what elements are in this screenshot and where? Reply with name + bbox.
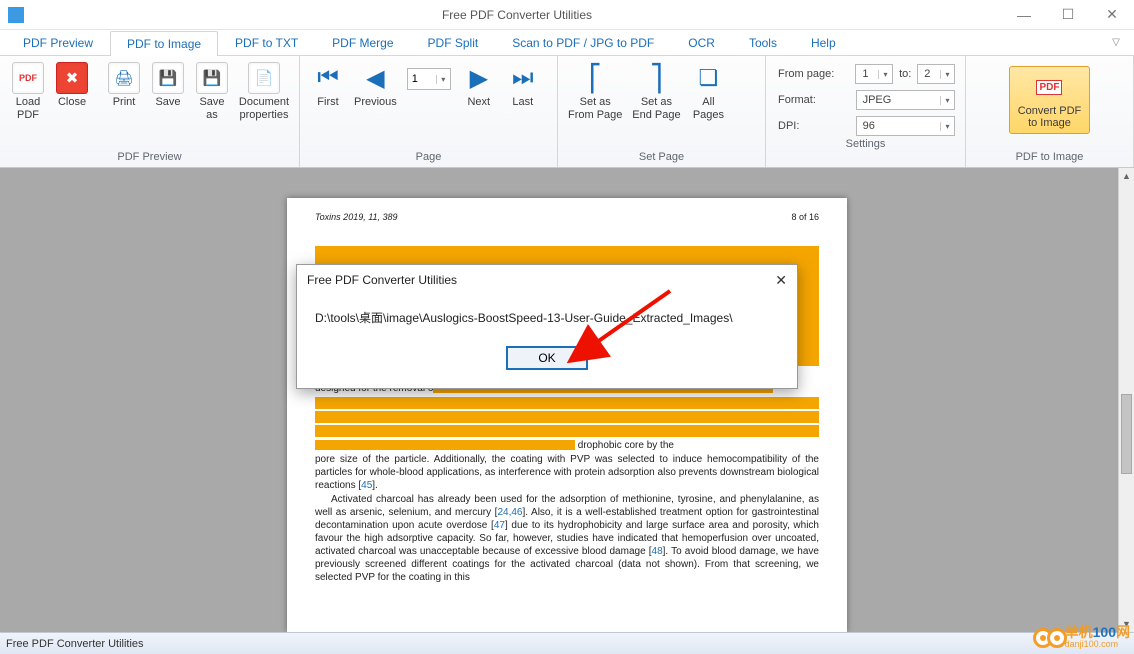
group-convert: PDF Convert PDF to Image PDF to Image (966, 56, 1134, 167)
highlight-block (315, 397, 819, 409)
group-set-page: ⎡ Set as From Page ⎤ Set as End Page ❏ A… (558, 56, 766, 167)
window-titlebar: Free PDF Converter Utilities — ☐ ✕ (0, 0, 1134, 30)
tab-tools[interactable]: Tools (732, 30, 794, 55)
load-pdf-label: Load PDF (16, 96, 40, 122)
ribbon-tabs: PDF Preview PDF to Image PDF to TXT PDF … (0, 30, 1134, 56)
previous-page-button[interactable]: ◀ Previous (350, 60, 401, 111)
tab-pdf-split[interactable]: PDF Split (411, 30, 496, 55)
tab-ocr[interactable]: OCR (671, 30, 732, 55)
maximize-button[interactable]: ☐ (1046, 0, 1090, 30)
dialog-title: Free PDF Converter Utilities (307, 273, 457, 287)
tab-pdf-merge[interactable]: PDF Merge (315, 30, 410, 55)
window-title: Free PDF Converter Utilities (32, 8, 1002, 22)
next-page-button[interactable]: ▶ Next (457, 60, 501, 111)
tab-help[interactable]: Help (794, 30, 853, 55)
dpi-select[interactable]: 96▾ (856, 116, 955, 136)
highlight-block (315, 425, 819, 437)
document-viewport[interactable]: Toxins 2019, 11, 389 8 of 16 patients wi… (0, 168, 1134, 632)
ok-button[interactable]: OK (506, 346, 587, 370)
status-text: Free PDF Converter Utilities (6, 638, 144, 650)
prev-icon: ◀ (359, 62, 391, 94)
watermark-url: danji100.com (1065, 638, 1130, 650)
last-page-button[interactable]: ⏭ Last (501, 60, 545, 111)
save-as-icon: 💾 (196, 62, 228, 94)
dropdown-icon[interactable]: ▾ (878, 70, 892, 79)
dropdown-icon[interactable]: ▾ (940, 122, 954, 131)
format-select[interactable]: JPEG▾ (856, 90, 955, 110)
page-number-input[interactable]: ▾ (407, 68, 451, 90)
app-icon (8, 7, 24, 23)
group-label: PDF Preview (0, 149, 299, 167)
properties-icon: 📄 (248, 62, 280, 94)
save-icon: 💾 (152, 62, 184, 94)
group-page: ⏮ First ◀ Previous ▾ ▶ Next ⏭ Last Page (300, 56, 558, 167)
printer-icon: 🖨 (108, 62, 140, 94)
page-header-right: 8 of 16 (791, 212, 819, 222)
convert-icon: PDF (1036, 80, 1062, 95)
save-button[interactable]: 💾 Save (146, 60, 190, 111)
minimize-button[interactable]: — (1002, 0, 1046, 30)
vertical-scrollbar[interactable]: ▲ ▼ (1118, 168, 1134, 632)
text-paragraph: pore size of the particle. Additionally,… (315, 453, 819, 492)
text-paragraph: Activated charcoal has already been used… (315, 493, 819, 584)
first-icon: ⏮ (312, 62, 344, 94)
close-pdf-button[interactable]: ✖ Close (50, 60, 94, 111)
tab-pdf-to-image[interactable]: PDF to Image (110, 31, 218, 56)
doc-properties-button[interactable]: 📄 Document properties (234, 60, 294, 124)
to-page-select[interactable]: 2▾ (917, 64, 955, 84)
dropdown-icon[interactable]: ▾ (436, 75, 450, 84)
convert-pdf-to-image-button[interactable]: PDF Convert PDF to Image (1009, 66, 1091, 134)
from-page-label: From page: (778, 68, 849, 80)
highlight-block (315, 411, 819, 423)
close-window-button[interactable]: ✕ (1090, 0, 1134, 30)
page-number-field[interactable] (408, 73, 436, 85)
load-pdf-button[interactable]: PDF Load PDF (6, 60, 50, 124)
dropdown-icon[interactable]: ▾ (940, 96, 954, 105)
text-line: drophobic core by the (315, 439, 819, 452)
print-button[interactable]: 🖨 Print (102, 60, 146, 111)
set-from-page-button[interactable]: ⎡ Set as From Page (564, 60, 626, 124)
bracket-left-icon: ⎡ (589, 63, 602, 94)
dialog-titlebar[interactable]: Free PDF Converter Utilities ✕ (297, 265, 797, 295)
dropdown-icon[interactable]: ▾ (940, 70, 954, 79)
tab-scan-to-pdf[interactable]: Scan to PDF / JPG to PDF (495, 30, 671, 55)
page-header-left: Toxins 2019, 11, 389 (315, 212, 398, 222)
pages-icon: ❏ (699, 65, 719, 91)
ribbon: PDF Load PDF ✖ Close 🖨 Print 💾 Save 💾 Sa… (0, 56, 1134, 168)
next-icon: ▶ (463, 62, 495, 94)
pdf-icon: PDF (12, 62, 44, 94)
ribbon-collapse-icon[interactable]: ▽ (1104, 30, 1128, 55)
from-page-select[interactable]: 1▾ (855, 64, 893, 84)
group-pdf-preview: PDF Load PDF ✖ Close 🖨 Print 💾 Save 💾 Sa… (0, 56, 300, 167)
message-dialog: Free PDF Converter Utilities ✕ D:\tools\… (296, 264, 798, 389)
bracket-right-icon: ⎤ (650, 63, 663, 94)
format-label: Format: (778, 94, 850, 106)
tab-pdf-to-txt[interactable]: PDF to TXT (218, 30, 315, 55)
dialog-message-path: D:\tools\桌面\image\Auslogics-BoostSpeed-1… (315, 309, 779, 326)
first-page-button[interactable]: ⏮ First (306, 60, 350, 111)
status-bar: Free PDF Converter Utilities (0, 632, 1134, 654)
set-end-page-button[interactable]: ⎤ Set as End Page (626, 60, 686, 124)
watermark: 单机100网 danji100.com (1033, 626, 1130, 650)
dialog-close-button[interactable]: ✕ (775, 272, 787, 289)
group-settings: From page: 1▾ to: 2▾ Format: JPEG▾ DPI: … (766, 56, 966, 167)
save-as-button[interactable]: 💾 Save as (190, 60, 234, 124)
all-pages-button[interactable]: ❏ All Pages (686, 60, 730, 124)
scroll-track[interactable] (1119, 184, 1134, 616)
last-icon: ⏭ (507, 62, 539, 94)
close-icon: ✖ (56, 62, 88, 94)
to-label: to: (899, 68, 911, 80)
dpi-label: DPI: (778, 120, 850, 132)
scroll-up-icon[interactable]: ▲ (1119, 168, 1134, 184)
watermark-logo-icon (1033, 628, 1061, 648)
scroll-thumb[interactable] (1121, 394, 1132, 474)
tab-pdf-preview[interactable]: PDF Preview (6, 30, 110, 55)
